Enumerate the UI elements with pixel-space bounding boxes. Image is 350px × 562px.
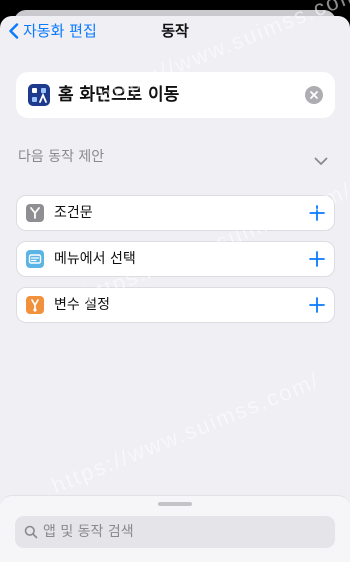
menu-list-icon: [26, 250, 44, 268]
suggestion-label: 메뉴에서 선택: [54, 251, 136, 267]
add-suggestion-button[interactable]: [309, 205, 325, 225]
action-label: 홈 화면으로 이동: [58, 85, 180, 105]
chevron-down-icon: [314, 157, 328, 165]
suggestion-label: 변수 설정: [54, 297, 110, 313]
close-icon: [310, 91, 318, 99]
search-input[interactable]: 앱 및 동작 검색: [15, 516, 335, 548]
plus-icon: [309, 205, 325, 221]
sheet-grabber[interactable]: [158, 502, 192, 506]
suggestions-header: 다음 동작 제안: [18, 149, 105, 165]
add-suggestion-button[interactable]: [309, 251, 325, 271]
search-icon: [24, 525, 38, 539]
plus-icon: [309, 251, 325, 267]
navigation-bar: 자동화 편집 동작: [0, 16, 350, 46]
variable-icon: [26, 296, 44, 314]
if-branch-icon: [26, 204, 44, 222]
suggestion-if[interactable]: 조건문: [16, 195, 335, 231]
add-suggestion-button[interactable]: [309, 297, 325, 317]
page-title: 동작: [161, 22, 189, 40]
plus-icon: [309, 297, 325, 313]
collapse-suggestions-button[interactable]: [314, 151, 328, 170]
clear-action-button[interactable]: [305, 86, 323, 104]
suggestion-choose-from-menu[interactable]: 메뉴에서 선택: [16, 241, 335, 277]
suggestion-set-variable[interactable]: 변수 설정: [16, 287, 335, 323]
home-screen-icon: [28, 84, 50, 106]
search-placeholder: 앱 및 동작 검색: [43, 524, 134, 540]
suggestion-label: 조건문: [54, 205, 93, 221]
search-panel: 앱 및 동작 검색: [0, 495, 350, 562]
selected-action-card[interactable]: 홈 화면으로 이동: [16, 72, 335, 118]
